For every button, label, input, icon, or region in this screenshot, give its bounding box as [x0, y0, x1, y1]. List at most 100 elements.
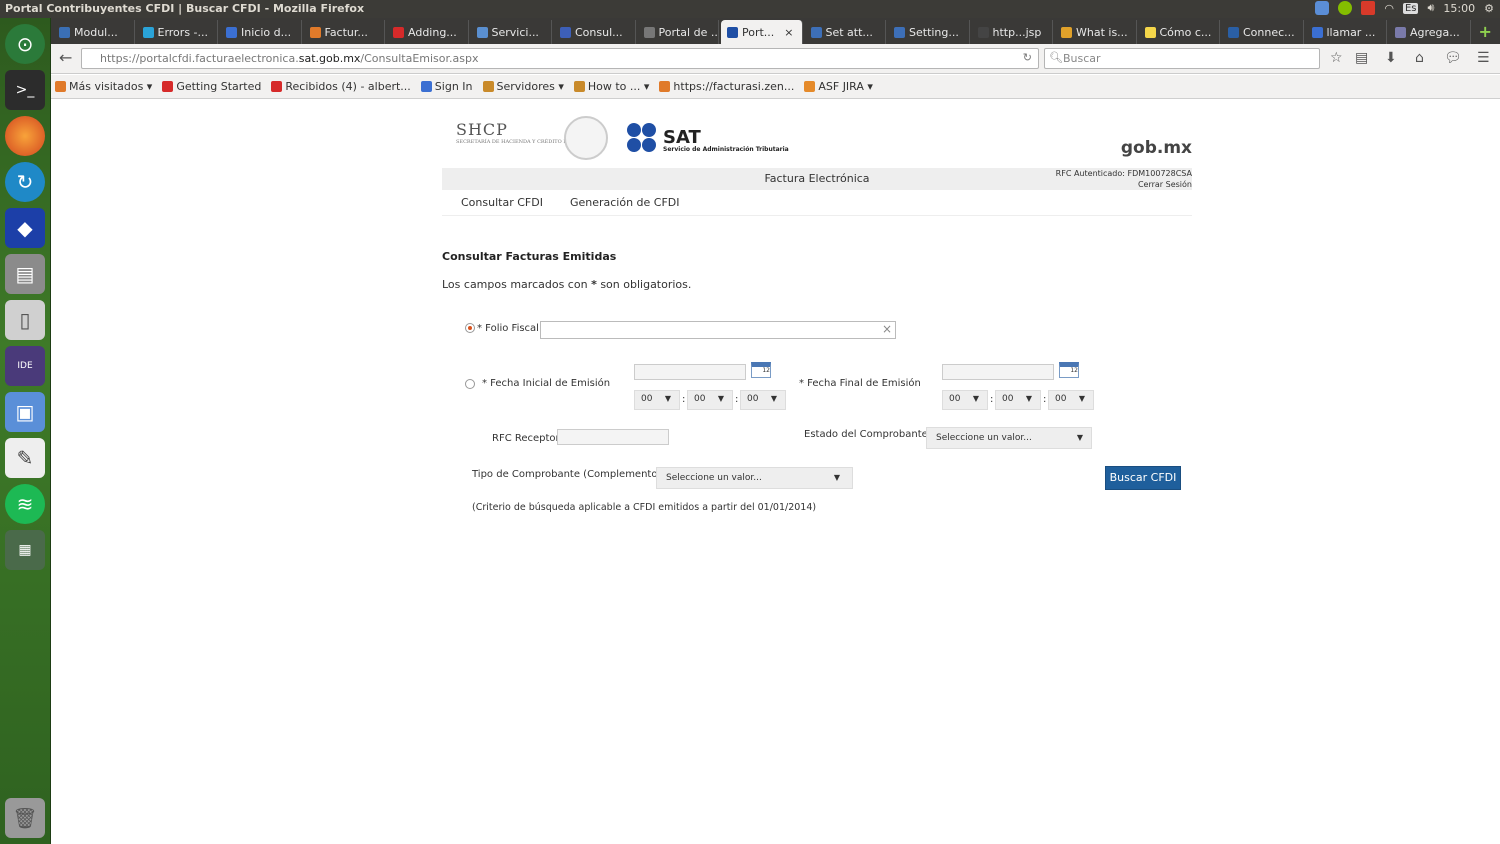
bookmark-star-icon[interactable]: ☆: [1330, 50, 1343, 66]
settings-gear-icon[interactable]: ⚙︎: [1484, 2, 1494, 15]
terminal-icon[interactable]: >_: [5, 70, 45, 110]
calendar-icon[interactable]: 12: [751, 362, 771, 378]
browser-tab[interactable]: http...jsp: [972, 20, 1053, 44]
browser-tab[interactable]: Set att...: [805, 20, 886, 44]
buscar-cfdi-button[interactable]: Buscar CFDI: [1105, 466, 1181, 490]
virtualbox-cube-icon[interactable]: ▣: [5, 392, 45, 432]
required-note-before: Los campos marcados con: [442, 278, 588, 291]
bookmark-label: Servidores ▾: [496, 80, 564, 93]
menu-hamburger-icon[interactable]: ☰: [1477, 50, 1490, 66]
firefox-icon[interactable]: [5, 116, 45, 156]
url-prefix: https://portalcfdi.facturaelectronica.: [100, 52, 299, 65]
new-tab-plus-icon[interactable]: +: [1471, 22, 1500, 44]
fecha-final-minute[interactable]: 00 ▼: [995, 390, 1041, 410]
dropdown-arrow-icon: ▼: [1025, 394, 1032, 403]
alert-icon[interactable]: [1361, 1, 1376, 15]
home-icon[interactable]: ⌂: [1415, 50, 1424, 66]
fecha-inicial-input[interactable]: [634, 364, 746, 380]
back-arrow-icon[interactable]: ←: [59, 48, 72, 67]
browser-tab[interactable]: Connec...: [1222, 20, 1304, 44]
clear-x-icon[interactable]: ×: [882, 322, 892, 336]
url-bar[interactable]: https://portalcfdi.facturaelectronica.sa…: [81, 48, 1039, 69]
clock[interactable]: 15:00: [1443, 2, 1475, 15]
ipod-icon[interactable]: ▯: [5, 300, 45, 340]
rfc-receptor-input[interactable]: [557, 429, 669, 445]
browser-tab[interactable]: Inicio d...: [220, 20, 302, 44]
fecha-inicial-hour[interactable]: 00 ▼: [634, 390, 680, 410]
hour-value: 00: [641, 394, 653, 404]
browser-tab[interactable]: Cómo c...: [1139, 20, 1220, 44]
dropdown-arrow-icon: ▼: [664, 394, 671, 403]
browser-tab[interactable]: Agrega...: [1389, 20, 1471, 44]
fecha-inicial-minute[interactable]: 00 ▼: [687, 390, 733, 410]
folio-fiscal-input[interactable]: ×: [540, 321, 896, 339]
browser-blue-icon[interactable]: ◆: [5, 208, 45, 248]
fecha-inicial-second[interactable]: 00 ▼: [740, 390, 786, 410]
wifi-icon[interactable]: ◠: [1384, 2, 1394, 15]
bookmark-item[interactable]: Sign In: [420, 80, 473, 93]
tab-label: Cómo c...: [1159, 25, 1212, 39]
bookmark-item[interactable]: How to ... ▾: [573, 80, 649, 93]
consulta-form: Consultar Facturas Emitidas Los campos m…: [442, 216, 1192, 616]
bookmark-item[interactable]: Getting Started: [162, 80, 261, 93]
ubuntu-home-icon[interactable]: ⊙: [5, 24, 45, 64]
bookmark-item[interactable]: Servidores ▾: [482, 80, 564, 93]
fecha-final-second[interactable]: 00 ▼: [1048, 390, 1094, 410]
bookmark-icon: [482, 81, 494, 92]
time-separator: :: [990, 394, 994, 405]
tipo-select[interactable]: Seleccione un valor... ▼: [656, 467, 853, 489]
tab-label: Errors -...: [157, 25, 209, 39]
browser-tab[interactable]: Adding...: [387, 20, 469, 44]
spotify-tray-icon[interactable]: [1338, 1, 1353, 15]
browser-tab[interactable]: Port... ×: [721, 20, 803, 44]
browser-tab[interactable]: Servici...: [471, 20, 552, 44]
browser-tab[interactable]: Errors -...: [137, 20, 218, 44]
logout-link[interactable]: Cerrar Sesión: [1056, 179, 1192, 190]
browser-tab[interactable]: Factur...: [304, 20, 385, 44]
sync-app-icon[interactable]: ↻: [5, 162, 45, 202]
estado-select[interactable]: Seleccione un valor... ▼: [926, 427, 1092, 449]
volume-icon[interactable]: 🔊︎: [1427, 1, 1434, 15]
dropbox-icon[interactable]: [1315, 1, 1330, 15]
reading-list-icon[interactable]: ▤: [1355, 50, 1368, 66]
browser-tab[interactable]: Consul...: [554, 20, 636, 44]
fecha-final-input[interactable]: [942, 364, 1054, 380]
bookmark-item[interactable]: https://facturasi.zen...: [659, 80, 794, 93]
chat-icon[interactable]: 💬︎: [1444, 50, 1462, 66]
bookmarks-bar: Más visitados ▾ Getting Started Recibidos …: [51, 75, 1500, 99]
file-cabinet-icon[interactable]: ▤: [5, 254, 45, 294]
workspace-switcher-icon[interactable]: ▦: [5, 530, 45, 570]
browser-tab[interactable]: Portal de ...: [638, 20, 719, 44]
menu-generacion-cfdi[interactable]: Generación de CFDI: [570, 196, 680, 209]
bookmark-item[interactable]: Más visitados ▾: [55, 80, 152, 93]
browser-tab[interactable]: What is...: [1055, 20, 1137, 44]
bookmark-item[interactable]: Recibidos (4) - albert...: [271, 80, 411, 93]
download-icon[interactable]: ⬇︎: [1385, 50, 1397, 66]
browser-tab[interactable]: llamar ...: [1306, 20, 1387, 44]
trash-icon[interactable]: 🗑︎: [5, 798, 45, 838]
bookmark-label: Sign In: [434, 80, 473, 93]
bookmark-icon: [55, 81, 66, 92]
tab-close-icon[interactable]: ×: [784, 26, 793, 39]
menu-consultar-cfdi[interactable]: Consultar CFDI: [461, 196, 543, 209]
folio-fiscal-radio[interactable]: [465, 323, 475, 333]
main-menu: Consultar CFDI Generación de CFDI: [442, 190, 1192, 216]
page-title: Consultar Facturas Emitidas: [442, 250, 617, 263]
spotify-icon[interactable]: ≋: [5, 484, 45, 524]
bookmark-label: Getting Started: [176, 80, 262, 93]
text-editor-icon[interactable]: ✎: [5, 438, 45, 478]
bookmark-label: Recibidos (4) - albert...: [285, 80, 411, 93]
fecha-final-hour[interactable]: 00 ▼: [942, 390, 988, 410]
bookmark-item[interactable]: ASF JIRA ▾: [804, 80, 873, 93]
reload-icon[interactable]: ↻: [1023, 51, 1032, 64]
keyboard-layout[interactable]: Es: [1402, 2, 1419, 14]
browser-tab[interactable]: Setting...: [888, 20, 970, 44]
java-ee-ide-icon[interactable]: IDE: [5, 346, 45, 386]
tab-label: Servici...: [491, 25, 539, 39]
search-bar[interactable]: 🔍︎ Buscar: [1044, 48, 1320, 69]
calendar-icon[interactable]: 12: [1059, 362, 1079, 378]
minute-value: 00: [1002, 394, 1014, 404]
tab-favicon-icon: [1144, 26, 1156, 38]
fecha-range-radio[interactable]: [465, 379, 475, 389]
browser-tab[interactable]: Modul...: [53, 20, 135, 44]
